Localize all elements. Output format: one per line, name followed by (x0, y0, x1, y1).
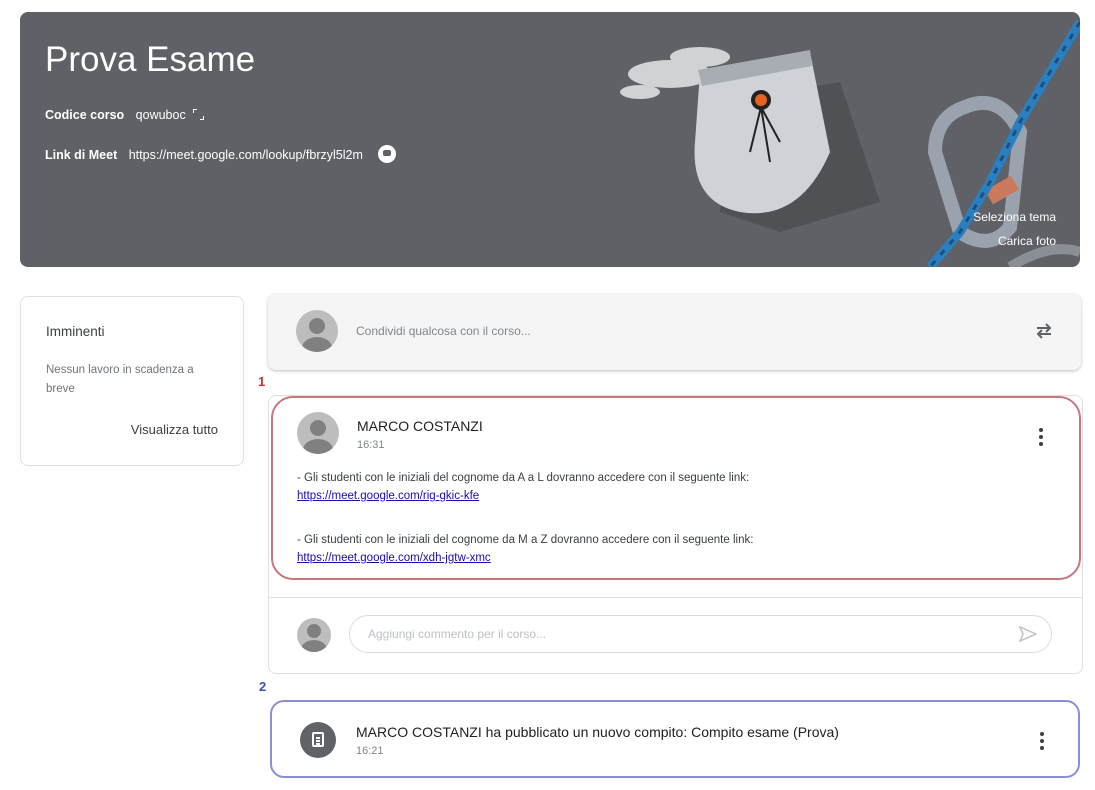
course-code-value: qowuboc (135, 108, 186, 122)
meet-link-row: Link di Meet https://meet.google.com/loo… (45, 145, 397, 163)
divider (269, 597, 1082, 598)
assignment-title[interactable]: MARCO COSTANZI ha pubblicato un nuovo co… (356, 724, 839, 740)
course-code-label: Codice corso (45, 108, 125, 122)
upcoming-title: Imminenti (46, 324, 105, 339)
share-placeholder[interactable]: Condividi qualcosa con il corso... (356, 324, 531, 338)
annotation-marker-2: 2 (259, 679, 267, 694)
comment-input[interactable]: Aggiungi commento per il corso... (349, 615, 1052, 653)
comment-placeholder: Aggiungi commento per il corso... (368, 627, 547, 641)
repost-icon[interactable] (1033, 320, 1055, 342)
assignment-time: 16:21 (356, 745, 384, 757)
annotation-marker-1: 1 (258, 374, 266, 389)
class-banner: Prova Esame Codice corso qowuboc Link di… (20, 12, 1080, 267)
assignment-icon (300, 722, 336, 758)
course-title: Prova Esame (45, 40, 256, 79)
commenter-avatar (297, 618, 331, 652)
upcoming-card: Imminenti Nessun lavoro in scadenza a br… (20, 296, 244, 466)
send-icon[interactable] (1019, 626, 1037, 642)
upcoming-empty-text: Nessun lavoro in scadenza a breve (46, 364, 194, 395)
avatar (296, 310, 338, 352)
assignment-post[interactable]: MARCO COSTANZI ha pubblicato un nuovo co… (270, 700, 1080, 778)
view-all-link[interactable]: Visualizza tutto (131, 422, 218, 437)
share-box[interactable]: Condividi qualcosa con il corso... (268, 294, 1081, 370)
meet-link-url[interactable]: https://meet.google.com/lookup/fbrzyl5l2… (129, 148, 363, 162)
banner-illustration (620, 19, 1080, 267)
fullscreen-icon[interactable] (193, 109, 205, 120)
highlight-outline-red (271, 396, 1081, 580)
upload-photo-link[interactable]: Carica foto (998, 234, 1056, 248)
meet-video-icon[interactable] (378, 145, 397, 163)
course-code-row: Codice corso qowuboc (45, 108, 205, 122)
more-options-icon[interactable] (1040, 732, 1044, 753)
meet-link-label: Link di Meet (45, 148, 118, 162)
select-theme-link[interactable]: Seleziona tema (973, 210, 1056, 224)
